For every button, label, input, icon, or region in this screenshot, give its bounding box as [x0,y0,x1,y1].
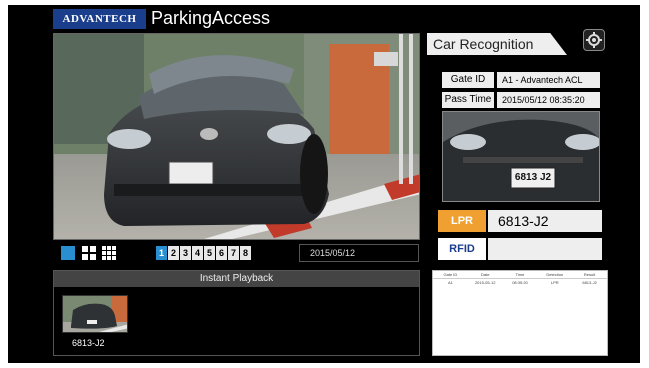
channel-3-button[interactable]: 3 [180,246,191,260]
log-cell: A1 [447,280,453,285]
plate-crop-text: 6813 J2 [514,172,552,183]
layout-nine-icon[interactable] [102,246,116,260]
channel-8-button[interactable]: 8 [240,246,251,260]
playback-thumbnail[interactable] [62,295,128,333]
log-cell: 6813-J2 [582,280,597,285]
gear-icon [586,32,602,48]
pass-time-label: Pass Time [442,92,494,108]
channel-2-button[interactable]: 2 [168,246,179,260]
channel-4-button[interactable]: 4 [192,246,203,260]
live-camera-view[interactable] [53,33,420,240]
log-cell: 08:35:20 [512,280,528,285]
rfid-badge: RFID [438,238,486,260]
rfid-value [488,238,602,260]
lpr-value: 6813-J2 [488,210,602,232]
channel-5-button[interactable]: 5 [204,246,215,260]
channel-6-button[interactable]: 6 [216,246,227,260]
log-column-header: Gate ID [443,272,458,277]
brand-logo: ADVANTECH [53,9,146,29]
settings-button[interactable] [583,29,605,51]
channel-1-button[interactable]: 1 [156,246,167,260]
log-cell: LPR [550,280,559,285]
lpr-badge: LPR [438,210,486,232]
gate-id-value: A1 - Advantech ACL [497,72,600,88]
tab-car-recognition[interactable]: Car Recognition [427,33,567,55]
log-header-row: Gate ID Date Time Detection Result [433,271,607,279]
date-display[interactable]: 2015/05/12 [299,244,419,262]
recognition-log-table[interactable]: Gate ID Date Time Detection Result A1 20… [432,270,608,356]
layout-quad-icon[interactable] [82,246,96,260]
log-column-header: Time [515,272,525,277]
log-column-header: Detection [546,272,564,277]
car-recognition-panel: Gate ID A1 - Advantech ACL Pass Time 201… [432,58,608,263]
gate-id-label: Gate ID [442,72,494,88]
camera-frame-image [54,34,419,239]
layout-single-icon[interactable] [61,246,75,260]
table-row[interactable]: A1 2015-05-12 08:35:20 LPR 6813-J2 [433,279,607,286]
pass-time-value: 2015/05/12 08:35:20 [497,92,600,108]
thumbnail-plate: 6813-J2 [72,338,105,348]
plate-crop-image[interactable]: 6813 J2 [442,111,600,202]
log-column-header: Date [480,272,490,277]
playback-header: Instant Playback [54,271,419,287]
channel-7-button[interactable]: 7 [228,246,239,260]
log-cell: 2015-05-12 [474,280,496,285]
app-title: ParkingAccess [151,8,271,28]
log-column-header: Result [583,272,596,277]
channel-toolbar: 1 2 3 4 5 6 7 8 2015/05/12 [53,242,420,263]
instant-playback-panel: Instant Playback 6813-J2 [53,270,420,356]
